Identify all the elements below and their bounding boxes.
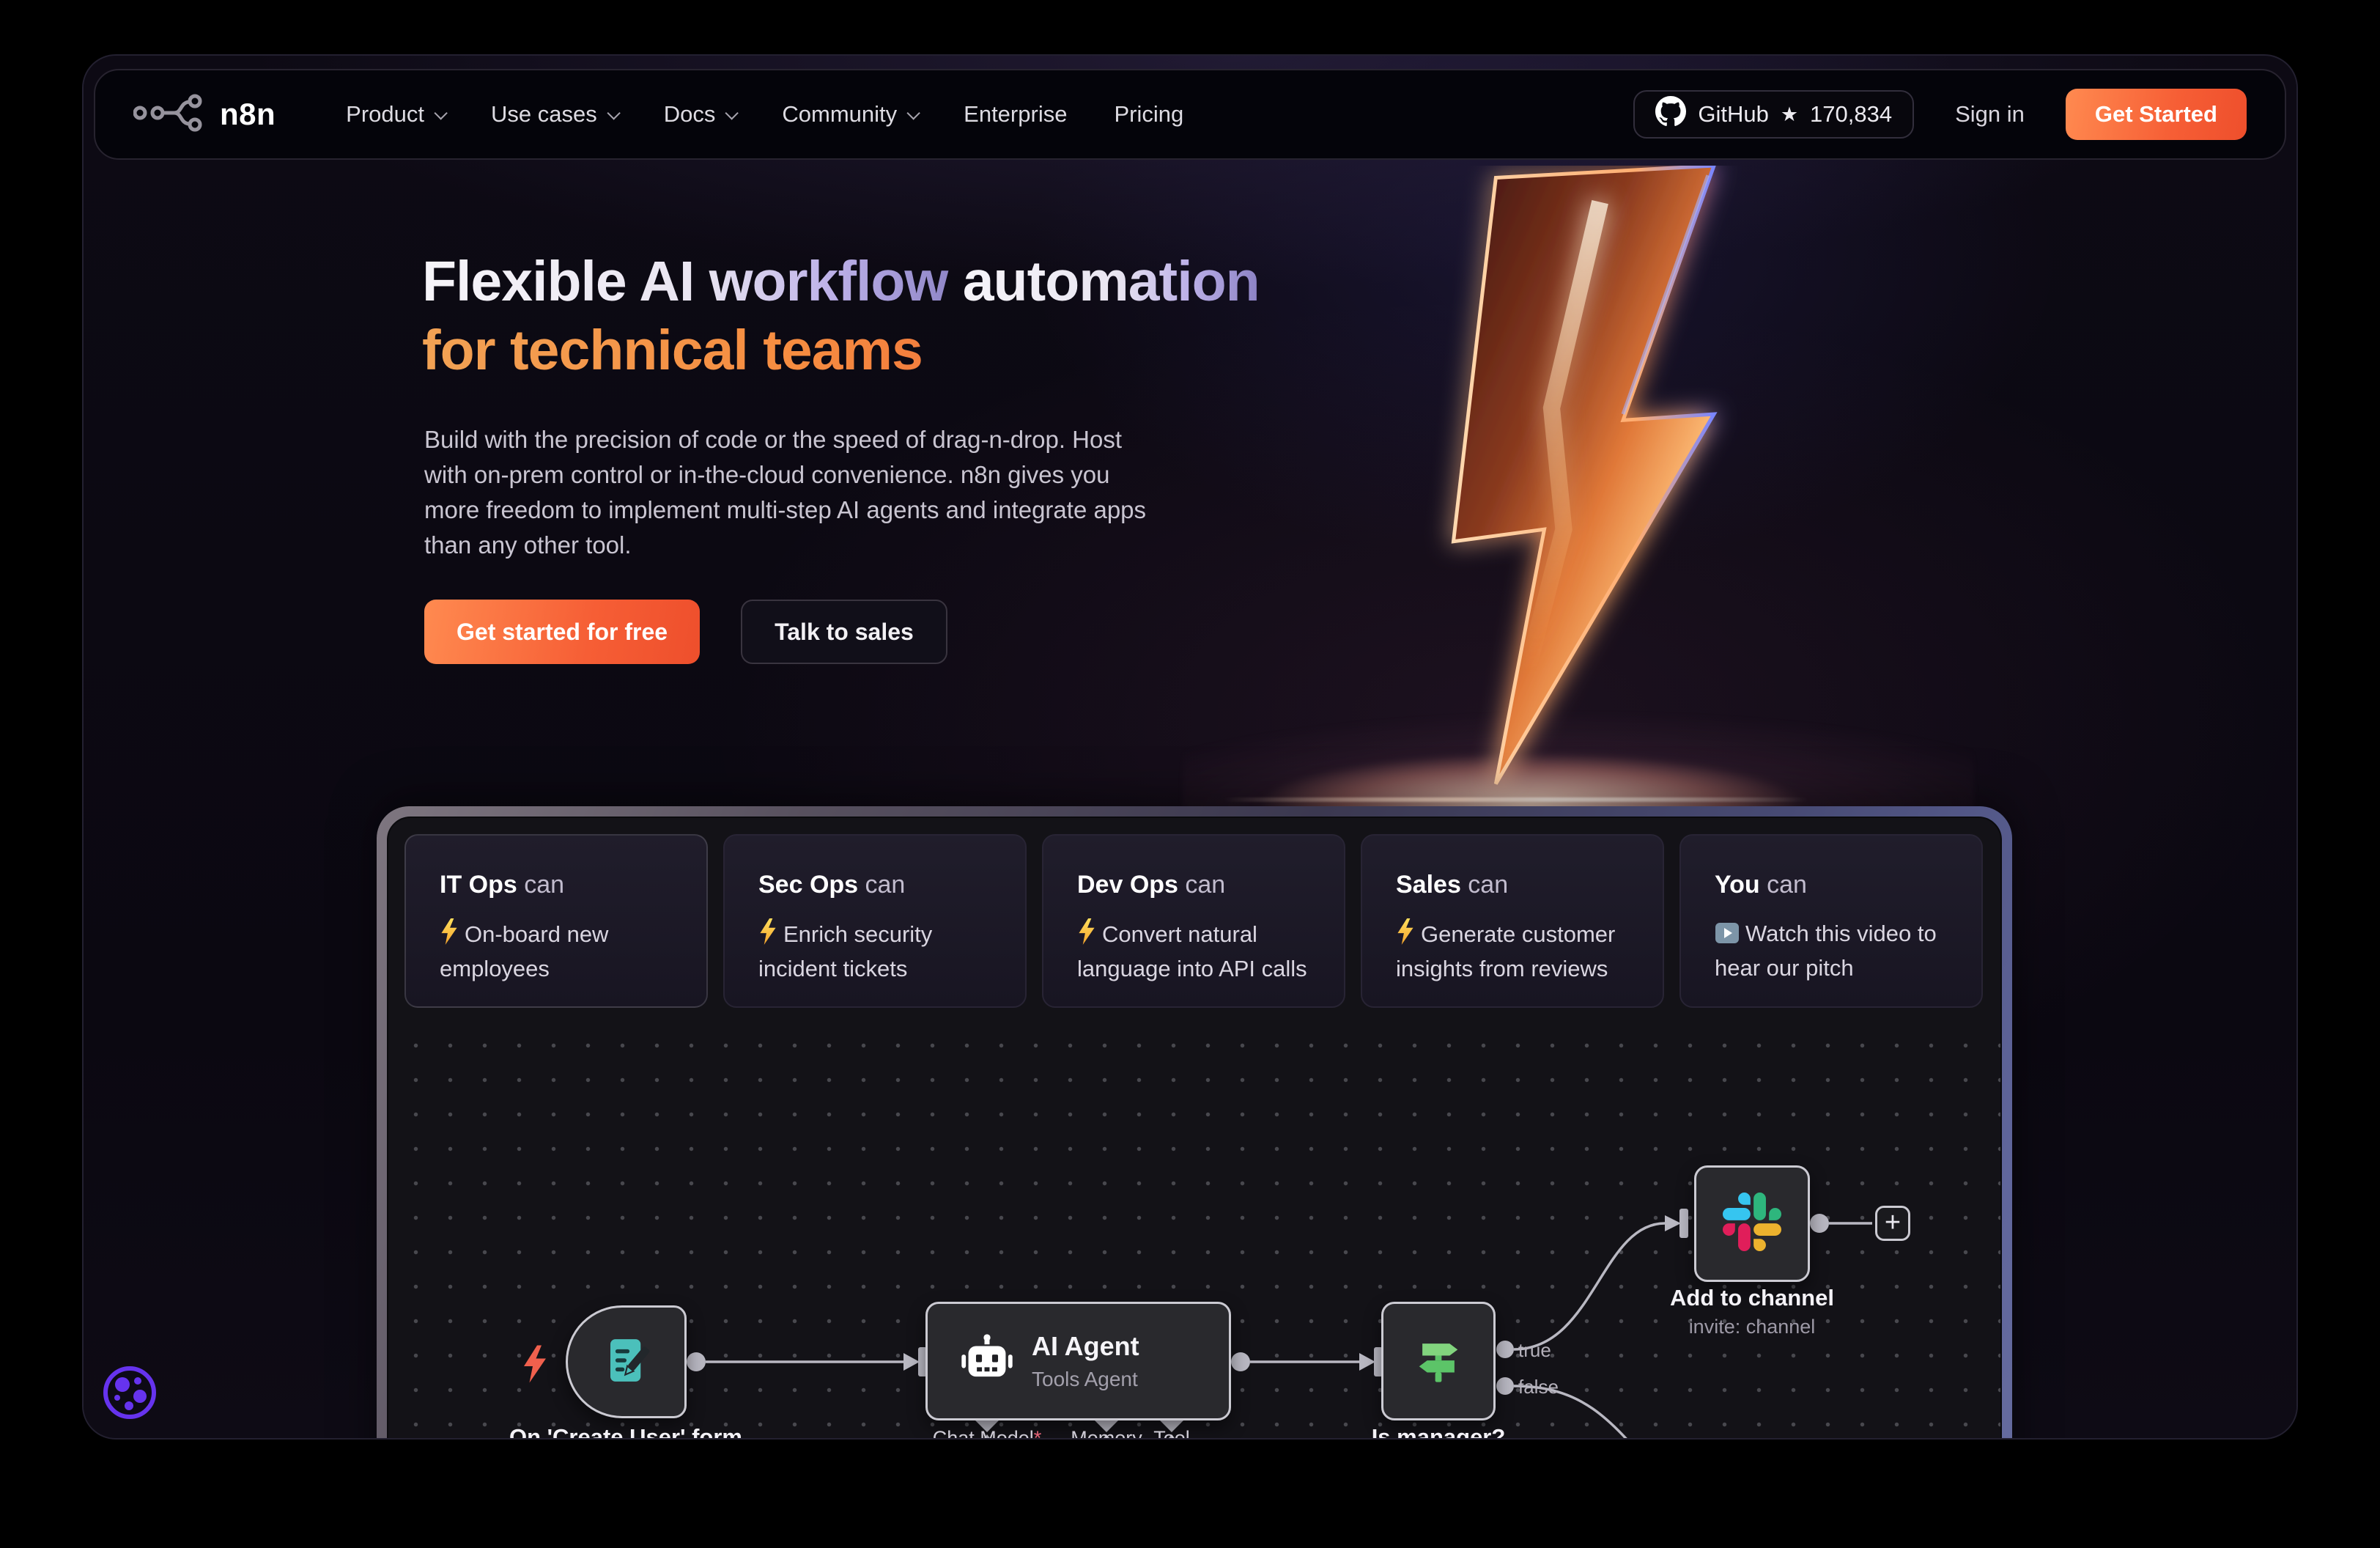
bolt-icon bbox=[1396, 918, 1415, 954]
node-label-is-manager: Is manager? bbox=[1328, 1424, 1548, 1438]
tab-title-rest: can bbox=[1178, 871, 1225, 899]
hero-title: Flexible AI workflow automation for tech… bbox=[422, 248, 1260, 386]
workflow-canvas[interactable]: On 'Create User' form bbox=[388, 1024, 2000, 1438]
signpost-icon bbox=[1413, 1334, 1464, 1389]
node-ai-agent[interactable]: AI Agent Tools Agent bbox=[925, 1302, 1231, 1420]
nav-item-label: Product bbox=[346, 101, 424, 128]
bolt-icon bbox=[1077, 918, 1096, 954]
hero-title-line2: for technical teams bbox=[422, 317, 1260, 386]
lightning-bolt-illustration bbox=[1261, 166, 1803, 796]
required-marker: * bbox=[1034, 1427, 1042, 1438]
bolt-icon bbox=[440, 918, 459, 954]
add-node-button[interactable]: + bbox=[1875, 1206, 1910, 1241]
tab-desc-text: Convert natural language into API calls bbox=[1077, 921, 1307, 981]
output-label-false: false bbox=[1518, 1376, 1559, 1398]
nav-item-enterprise[interactable]: Enterprise bbox=[964, 101, 1067, 128]
chevron-down-icon bbox=[725, 106, 739, 119]
tab-desc-text: Generate customer insights from reviews bbox=[1396, 921, 1615, 981]
nav-item-label: Pricing bbox=[1114, 101, 1183, 128]
tab-title-rest: can bbox=[858, 871, 905, 899]
node-sublabel-slack: invite: channel bbox=[1605, 1316, 1899, 1338]
form-icon bbox=[602, 1336, 651, 1388]
hero-title-main: Flexible AI workflow bbox=[422, 250, 963, 313]
tab-you[interactable]: You can Watch this video to hear our pit… bbox=[1679, 834, 1983, 1008]
node-slack[interactable] bbox=[1694, 1165, 1810, 1282]
tab-title-rest: can bbox=[1461, 871, 1508, 899]
nav-item-pricing[interactable]: Pricing bbox=[1114, 101, 1183, 128]
tab-title-bold: You bbox=[1715, 871, 1760, 899]
chevron-down-icon bbox=[434, 106, 447, 119]
site-panel: n8n Product Use cases Docs Community Ent… bbox=[84, 56, 2296, 1438]
nav-item-label: Community bbox=[782, 101, 897, 128]
tab-sales[interactable]: Sales can Generate customer insights fro… bbox=[1361, 834, 1664, 1008]
tab-sec-ops[interactable]: Sec Ops can Enrich security incident tic… bbox=[723, 834, 1027, 1008]
navbar: n8n Product Use cases Docs Community Ent… bbox=[94, 69, 2286, 160]
node-label-ai-agent: AI Agent bbox=[1032, 1331, 1139, 1362]
nav-right: GitHub ★ 170,834 Sign in Get Started bbox=[1633, 89, 2247, 140]
tab-desc-text: Enrich security incident tickets bbox=[758, 921, 932, 981]
n8n-logo[interactable]: n8n bbox=[133, 90, 276, 139]
tab-desc-text: On-board new employees bbox=[440, 921, 608, 981]
chevron-down-icon bbox=[607, 106, 620, 119]
trigger-bolt-icon bbox=[522, 1345, 548, 1387]
output-label-true: true bbox=[1518, 1339, 1551, 1362]
hero-description: Build with the precision of code or the … bbox=[424, 422, 1157, 563]
tab-desc-text: Watch this video to hear our pitch bbox=[1715, 921, 1937, 981]
tab-title-rest: can bbox=[517, 871, 564, 899]
nav-menu: Product Use cases Docs Community Enterpr… bbox=[346, 101, 1183, 128]
node-sublabel-ai-agent: Tools Agent bbox=[1032, 1368, 1139, 1391]
tab-title-bold: Sec Ops bbox=[758, 871, 858, 899]
chat-widget-button[interactable] bbox=[102, 1365, 158, 1420]
nav-item-use-cases[interactable]: Use cases bbox=[491, 101, 617, 128]
github-badge[interactable]: GitHub ★ 170,834 bbox=[1633, 90, 1914, 139]
robot-icon bbox=[960, 1333, 1014, 1390]
star-icon: ★ bbox=[1781, 103, 1798, 126]
nav-item-label: Use cases bbox=[491, 101, 597, 128]
slack-icon bbox=[1723, 1193, 1781, 1255]
nav-item-community[interactable]: Community bbox=[782, 101, 917, 128]
nav-item-label: Enterprise bbox=[964, 101, 1067, 128]
sign-in-link[interactable]: Sign in bbox=[1955, 101, 2025, 128]
nav-item-label: Docs bbox=[664, 101, 716, 128]
bolt-ground-light-line bbox=[1223, 797, 1809, 802]
tab-title-rest: can bbox=[1760, 871, 1807, 899]
github-star-count: 170,834 bbox=[1810, 101, 1892, 128]
tab-dev-ops[interactable]: Dev Ops can Convert natural language int… bbox=[1042, 834, 1345, 1008]
workflow-showcase: IT Ops can On-board new employees Sec Op… bbox=[377, 806, 2012, 1438]
node-label-slack: Add to channel bbox=[1605, 1285, 1899, 1311]
node-form-trigger[interactable] bbox=[566, 1305, 687, 1418]
persona-tabs: IT Ops can On-board new employees Sec Op… bbox=[388, 818, 2000, 1024]
github-label: GitHub bbox=[1698, 101, 1768, 128]
chevron-down-icon bbox=[907, 106, 920, 119]
port-tool: Tool bbox=[1128, 1427, 1216, 1438]
hero-title-accent: automation bbox=[963, 250, 1260, 313]
tab-title-bold: Dev Ops bbox=[1077, 871, 1178, 899]
github-icon bbox=[1655, 96, 1686, 133]
workflow-inner: IT Ops can On-board new employees Sec Op… bbox=[387, 817, 2002, 1438]
hero-cta-row: Get started for free Talk to sales bbox=[424, 600, 947, 664]
nav-item-docs[interactable]: Docs bbox=[664, 101, 736, 128]
get-started-free-button[interactable]: Get started for free bbox=[424, 600, 700, 664]
node-label-trigger: On 'Create User' form bbox=[450, 1424, 802, 1438]
play-icon bbox=[1715, 921, 1740, 953]
node-is-manager[interactable] bbox=[1381, 1302, 1496, 1420]
talk-to-sales-button[interactable]: Talk to sales bbox=[741, 600, 947, 664]
nav-item-product[interactable]: Product bbox=[346, 101, 444, 128]
bolt-icon bbox=[758, 918, 777, 954]
get-started-button[interactable]: Get Started bbox=[2066, 89, 2247, 140]
logo-text: n8n bbox=[220, 97, 276, 132]
tab-title-bold: Sales bbox=[1396, 871, 1461, 899]
tab-it-ops[interactable]: IT Ops can On-board new employees bbox=[404, 834, 708, 1008]
n8n-logo-icon bbox=[133, 90, 207, 139]
tab-title-bold: IT Ops bbox=[440, 871, 517, 899]
